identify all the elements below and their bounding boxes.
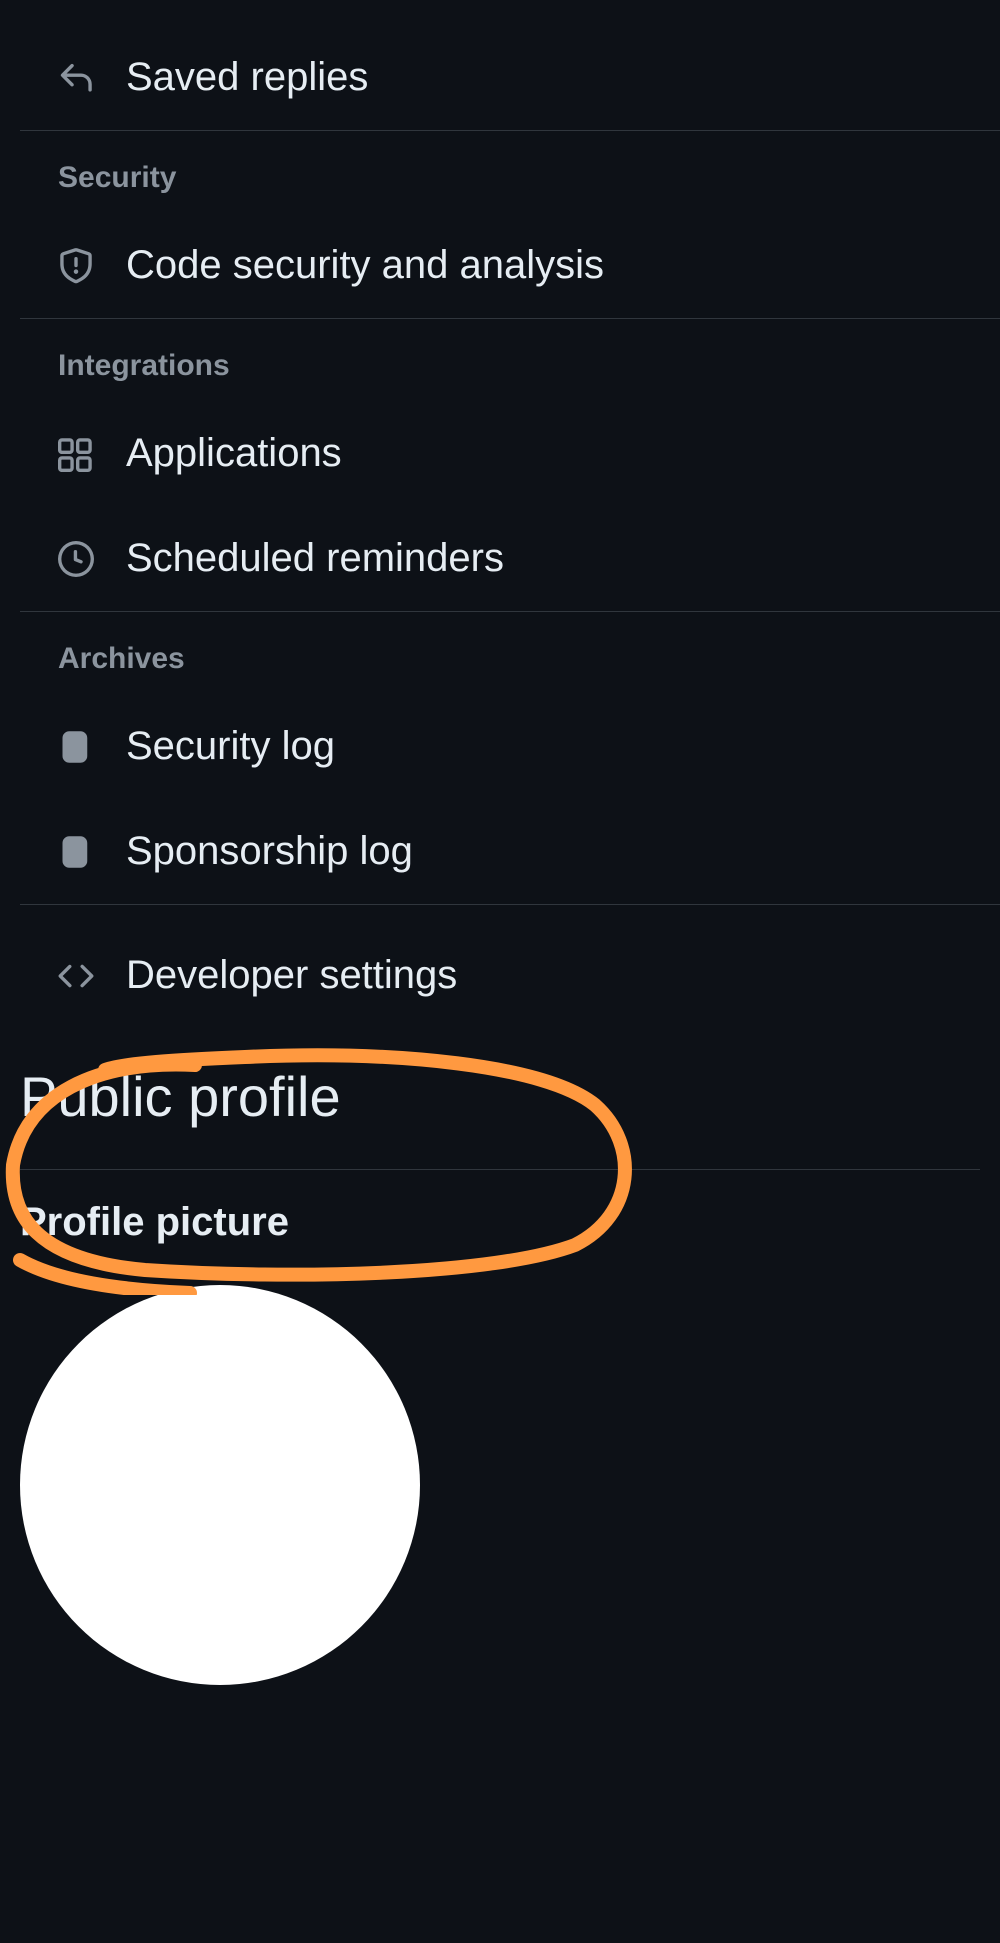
nav-item-sponsorship-log[interactable]: Sponsorship log: [0, 799, 1000, 904]
nav-item-code-security[interactable]: Code security and analysis: [0, 213, 1000, 318]
reply-icon: [58, 60, 94, 96]
log-icon: [58, 729, 94, 765]
shield-icon: [58, 248, 94, 284]
section-header-integrations: Integrations: [0, 319, 1000, 401]
section-header-security: Security: [0, 131, 1000, 213]
nav-label: Scheduled reminders: [126, 536, 504, 581]
avatar[interactable]: [20, 1285, 420, 1685]
nav-item-scheduled-reminders[interactable]: Scheduled reminders: [0, 506, 1000, 611]
apps-icon: [58, 436, 94, 472]
section-header-archives: Archives: [0, 612, 1000, 694]
clock-icon: [58, 541, 94, 577]
nav-item-developer-settings[interactable]: Developer settings: [0, 905, 1000, 1046]
nav-item-security-log[interactable]: Security log: [0, 694, 1000, 799]
nav-item-saved-replies[interactable]: Saved replies: [0, 0, 1000, 130]
nav-item-applications[interactable]: Applications: [0, 401, 1000, 506]
code-icon: [58, 958, 94, 994]
nav-label: Sponsorship log: [126, 829, 413, 874]
page-title: Public profile: [0, 1046, 1000, 1169]
nav-label: Code security and analysis: [126, 243, 604, 288]
nav-label: Security log: [126, 724, 335, 769]
section-heading-profile-picture: Profile picture: [0, 1170, 1000, 1265]
nav-label: Applications: [126, 431, 342, 476]
nav-label: Developer settings: [126, 953, 457, 998]
log-icon: [58, 834, 94, 870]
nav-label: Saved replies: [126, 55, 368, 100]
